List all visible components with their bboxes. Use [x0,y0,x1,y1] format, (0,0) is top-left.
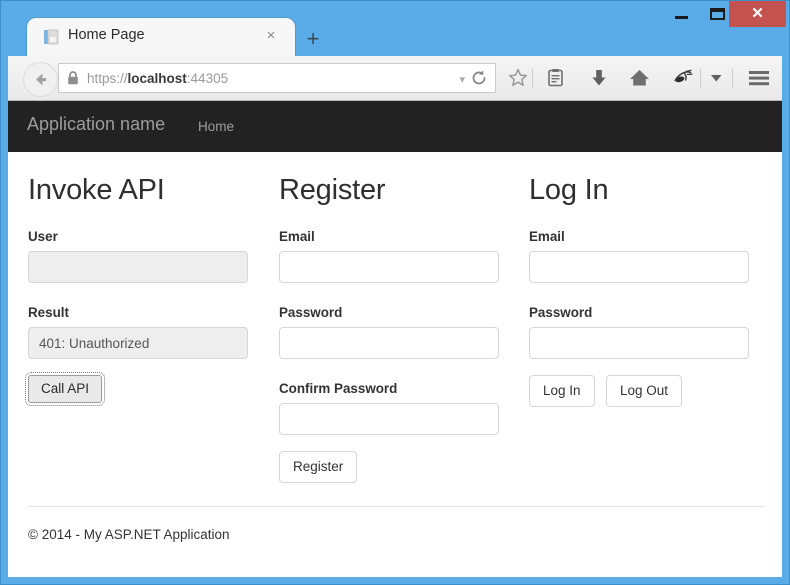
url-port: :44305 [186,70,229,86]
login-email-input[interactable] [529,251,749,283]
chevron-down-icon[interactable] [708,65,724,91]
register-actions: Register [279,435,515,484]
login-password-input[interactable] [529,327,749,359]
site-navbar: Application name Home [8,101,782,152]
url-host: localhost [127,70,187,86]
register-confirm-password-input[interactable] [279,403,499,435]
login-button[interactable]: Log In [529,375,595,408]
browser-tab[interactable]: Home Page × [27,18,295,56]
user-input[interactable] [28,251,248,283]
register-email-input[interactable] [279,251,499,283]
page-viewport: Application name Home Invoke API User Re… [8,101,782,577]
new-tab-button[interactable]: + [300,26,326,52]
nav-link-home[interactable]: Home [198,119,234,134]
toolbar-separator [732,68,733,88]
login-heading: Log In [529,174,609,206]
url-dropdown-icon[interactable]: ▾ [459,73,465,86]
padlock-icon [68,71,78,85]
logout-button[interactable]: Log Out [606,375,683,408]
site-footer: © 2014 - My ASP.NET Application [28,506,765,542]
download-icon[interactable] [586,65,612,91]
home-icon[interactable] [626,65,652,91]
result-input[interactable] [28,327,248,359]
register-confirm-password-label: Confirm Password [279,381,398,396]
login-column: Log In Email Password Log In Log Out [529,152,765,408]
register-password-label: Password [279,305,343,320]
result-label: Result [28,305,69,320]
back-arrow-icon [36,73,46,86]
toolbar-separator [700,68,701,88]
toolbar-separator [532,68,533,88]
browser-tab-strip: Home Page × + [0,18,790,56]
url-scheme: https:// [87,70,128,86]
pocket-icon[interactable] [670,65,696,91]
login-actions: Log In Log Out [529,359,765,408]
register-column: Register Email Password Confirm Password… [279,152,515,484]
star-icon[interactable] [505,65,531,91]
page-icon [44,29,59,45]
reload-icon[interactable] [470,69,488,87]
register-heading: Register [279,174,386,206]
register-email-label: Email [279,229,315,244]
invoke-api-column: Invoke API User Result Call API [24,152,264,407]
register-button[interactable]: Register [279,451,358,484]
login-password-label: Password [529,305,593,320]
invoke-api-actions: Call API [24,359,264,407]
footer-divider [28,506,765,507]
login-email-label: Email [529,229,565,244]
footer-copyright: © 2014 - My ASP.NET Application [28,527,230,542]
user-label: User [28,229,58,244]
site-brand[interactable]: Application name [27,114,165,135]
register-password-input[interactable] [279,327,499,359]
url-bar[interactable]: https://localhost:44305 ▾ [58,63,496,93]
browser-navigation-bar: https://localhost:44305 ▾ [8,56,782,101]
back-button[interactable] [23,62,58,97]
hamburger-menu-icon[interactable] [746,65,772,91]
tab-close-icon[interactable]: × [263,28,279,44]
reader-icon[interactable] [542,65,568,91]
browser-tab-title: Home Page [68,27,145,43]
url-text: https://localhost:44305 [87,71,228,86]
call-api-button[interactable]: Call API [24,371,106,407]
invoke-api-heading: Invoke API [28,174,165,206]
browser-window: ✕ Home Page × + https://localhost:44305 … [0,0,790,585]
